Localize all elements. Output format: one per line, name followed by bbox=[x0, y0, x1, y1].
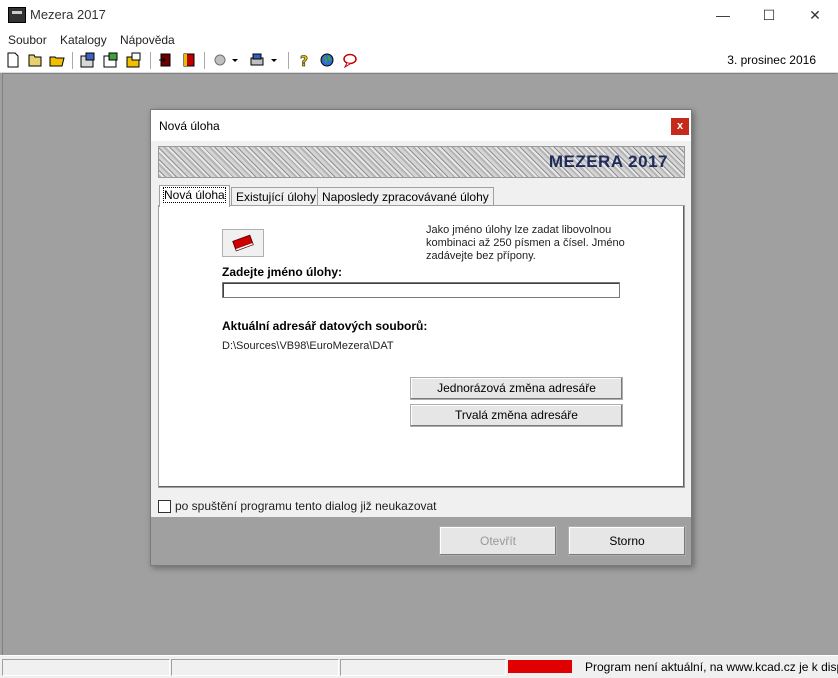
dont-show-checkbox-label[interactable]: po spuštění programu tento dialog již ne… bbox=[175, 499, 437, 513]
exit-icon[interactable] bbox=[158, 52, 174, 68]
catalog-icon[interactable] bbox=[80, 52, 96, 68]
tab-recent-tasks[interactable]: Naposledy zpracovávané úlohy bbox=[317, 187, 494, 206]
dialog-title: Nová úloha bbox=[159, 119, 220, 133]
globe-icon[interactable] bbox=[319, 52, 335, 68]
catalog-folder-icon[interactable] bbox=[126, 52, 142, 68]
open-button[interactable]: Otevřít bbox=[439, 526, 557, 556]
window-titlebar: Mezera 2017 — ☐ ✕ bbox=[0, 0, 838, 30]
catalog-edit-icon[interactable] bbox=[103, 52, 119, 68]
menu-katalogy[interactable]: Katalogy bbox=[60, 33, 107, 47]
window-title: Mezera 2017 bbox=[30, 7, 106, 22]
status-bar: Program není aktuální, na www.kcad.cz je… bbox=[0, 655, 838, 678]
menu-bar: Soubor Katalogy Nápověda bbox=[0, 30, 838, 49]
print-icon[interactable] bbox=[249, 52, 265, 68]
app-icon[interactable] bbox=[8, 7, 26, 23]
tab-label: Existující úlohy bbox=[236, 190, 317, 204]
tab-panel: Jako jméno úlohy lze zadat libovolnou ko… bbox=[158, 205, 685, 488]
permanent-dir-change-button[interactable]: Trvalá změna adresáře bbox=[410, 404, 623, 427]
banner: MEZERA 2017 bbox=[158, 146, 685, 178]
banner-title: MEZERA 2017 bbox=[548, 152, 668, 171]
status-panel bbox=[340, 659, 506, 676]
help-icon[interactable]: ? bbox=[296, 52, 312, 68]
tab-label: Nová úloha bbox=[163, 187, 226, 203]
dialog-footer: Otevřít Storno bbox=[151, 517, 691, 565]
svg-text:?: ? bbox=[300, 54, 308, 68]
chat-icon[interactable] bbox=[342, 52, 358, 68]
chevron-down-icon[interactable] bbox=[230, 52, 240, 68]
book-button[interactable] bbox=[222, 229, 264, 257]
data-dir-path: D:\Sources\VB98\EuroMezera\DAT bbox=[222, 340, 394, 352]
menu-soubor[interactable]: Soubor bbox=[8, 33, 47, 47]
toolbar-separator bbox=[288, 52, 289, 69]
toolbar-separator bbox=[72, 52, 73, 69]
book-icon[interactable] bbox=[181, 52, 197, 68]
tab-existing-tasks[interactable]: Existující úlohy bbox=[231, 187, 322, 206]
toolbar-date: 3. prosinec 2016 bbox=[727, 53, 816, 67]
dialog-close-button[interactable]: x bbox=[671, 118, 689, 135]
new-file-icon[interactable] bbox=[5, 52, 21, 68]
toolbar: ? 3. prosinec 2016 bbox=[0, 49, 838, 73]
toolbar-separator bbox=[204, 52, 205, 69]
task-name-label: Zadejte jméno úlohy: bbox=[222, 265, 343, 279]
toolbar-separator bbox=[150, 52, 151, 69]
status-message: Program není aktuální, na www.kcad.cz je… bbox=[585, 660, 838, 674]
one-time-dir-change-button[interactable]: Jednorázová změna adresáře bbox=[410, 377, 623, 400]
menu-napoveda[interactable]: Nápověda bbox=[120, 33, 175, 47]
book-icon bbox=[232, 234, 254, 252]
cancel-button[interactable]: Storno bbox=[568, 526, 686, 556]
new-task-dialog: Nová úloha x MEZERA 2017 Nová úloha Exis… bbox=[150, 109, 692, 566]
task-name-input[interactable] bbox=[222, 282, 620, 298]
dont-show-checkbox[interactable] bbox=[158, 500, 171, 513]
chevron-down-icon[interactable] bbox=[269, 52, 279, 68]
status-indicator bbox=[508, 660, 572, 673]
dialog-titlebar: Nová úloha x bbox=[151, 110, 691, 141]
close-window-button[interactable]: ✕ bbox=[792, 0, 838, 30]
open-file-icon[interactable] bbox=[27, 52, 43, 68]
status-panel bbox=[171, 659, 339, 676]
minimize-button[interactable]: — bbox=[700, 0, 746, 30]
tools-icon[interactable] bbox=[212, 52, 228, 68]
open-folder-icon[interactable] bbox=[49, 52, 65, 68]
data-dir-label: Aktuální adresář datových souborů: bbox=[222, 319, 428, 333]
hint-text: Jako jméno úlohy lze zadat libovolnou ko… bbox=[426, 224, 625, 262]
tab-label: Naposledy zpracovávané úlohy bbox=[322, 190, 489, 204]
tab-new-task[interactable]: Nová úloha bbox=[159, 185, 230, 207]
maximize-button[interactable]: ☐ bbox=[746, 0, 792, 30]
status-panel bbox=[2, 659, 170, 676]
